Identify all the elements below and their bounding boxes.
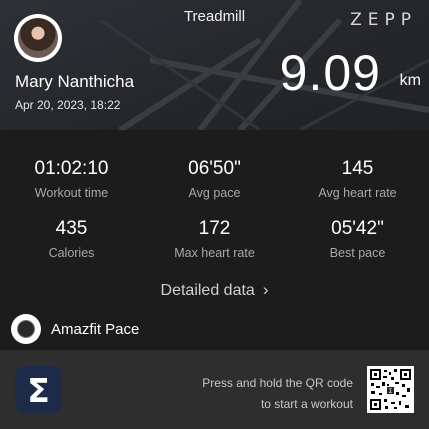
qr-code-pattern: Σ xyxy=(369,368,412,411)
stat-label: Workout time xyxy=(34,186,109,200)
stat-label: Calories xyxy=(48,246,95,260)
workout-share-card: Treadmill ZEPP Mary Nanthicha Apr 20, 20… xyxy=(0,0,429,429)
qr-instruction: Press and hold the QR code to start a wo… xyxy=(202,373,353,415)
stat-avg-pace: 06'50" Avg pace xyxy=(143,158,286,200)
stat-value: 435 xyxy=(55,218,88,239)
user-name: Mary Nanthicha xyxy=(15,72,135,91)
app-logo-glyph: Σ xyxy=(27,371,50,410)
stat-value: 05'42" xyxy=(331,218,384,239)
distance-value: 9.09 xyxy=(279,45,381,101)
stat-label: Best pace xyxy=(329,246,386,260)
stat-max-heart-rate: 172 Max heart rate xyxy=(143,218,286,260)
stat-workout-time: 01:02:10 Workout time xyxy=(0,158,143,200)
device-name: Amazfit Pace xyxy=(51,321,140,338)
avatar[interactable] xyxy=(14,14,62,62)
watch-face xyxy=(17,320,35,338)
stat-value: 172 xyxy=(198,218,231,239)
qr-instruction-line2: to start a workout xyxy=(260,397,353,411)
qr-code[interactable]: Σ xyxy=(367,366,414,413)
stat-label: Max heart rate xyxy=(174,246,255,260)
chevron-right-icon: › xyxy=(262,280,269,299)
stat-value: 01:02:10 xyxy=(34,158,109,179)
zepp-logo: ZEPP xyxy=(350,10,417,30)
detailed-data-label: Detailed data xyxy=(160,282,255,299)
footer: Σ Press and hold the QR code to start a … xyxy=(0,350,429,429)
svg-text:Σ: Σ xyxy=(389,388,393,395)
header: Treadmill ZEPP Mary Nanthicha Apr 20, 20… xyxy=(0,0,429,130)
stat-label: Avg pace xyxy=(188,186,241,200)
zepp-app-icon: Σ xyxy=(15,366,62,413)
stat-avg-heart-rate: 145 Avg heart rate xyxy=(286,158,429,200)
detailed-data-link[interactable]: Detailed data › xyxy=(0,280,429,300)
stat-value: 145 xyxy=(341,158,374,179)
workout-datetime: Apr 20, 2023, 18:22 xyxy=(15,98,121,112)
distance-unit: km xyxy=(399,72,421,89)
stat-calories: 435 Calories xyxy=(0,218,143,260)
qr-instruction-line1: Press and hold the QR code xyxy=(202,376,353,390)
stat-label: Avg heart rate xyxy=(318,186,397,200)
stat-best-pace: 05'42" Best pace xyxy=(286,218,429,260)
avatar-photo xyxy=(18,18,58,58)
stat-value: 06'50" xyxy=(188,158,241,179)
watch-icon xyxy=(11,314,41,344)
